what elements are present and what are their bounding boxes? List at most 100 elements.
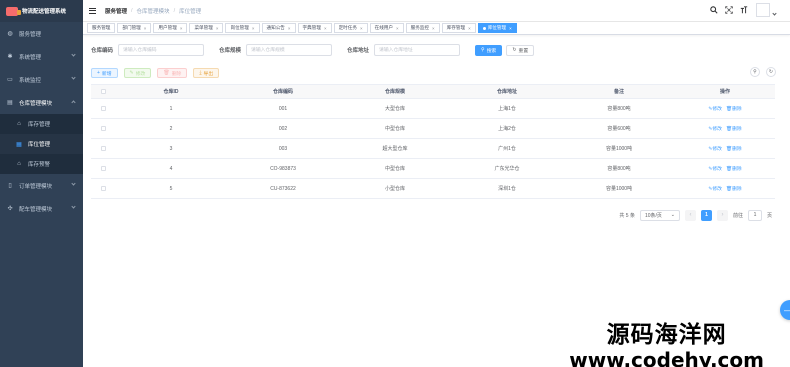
row-checkbox[interactable] — [100, 106, 106, 111]
add-button[interactable]: + 新增 — [91, 68, 118, 78]
row-edit-link[interactable]: ✎修改 — [708, 165, 722, 172]
cell-remark: 容量1000吨 — [605, 146, 633, 152]
page-number-current[interactable]: 1 — [700, 209, 712, 221]
close-icon[interactable]: × — [360, 26, 363, 31]
row-edit-link[interactable]: ✎修改 — [708, 185, 722, 192]
close-icon[interactable]: × — [396, 26, 399, 31]
sidebar-item-monitor[interactable]: ▭ 系统监控 — [0, 68, 83, 91]
tag-dept[interactable]: 部门管理 × — [117, 23, 152, 33]
cell-code: CO-983873 — [270, 165, 296, 172]
tag-menu[interactable]: 菜单管理 × — [189, 23, 224, 33]
row-edit-link[interactable]: ✎修改 — [708, 145, 722, 152]
cell-address: 深圳1仓 — [498, 186, 516, 192]
addr-input[interactable] — [374, 44, 461, 56]
row-checkbox[interactable] — [100, 126, 106, 131]
close-icon[interactable]: × — [509, 26, 512, 31]
tag-dict[interactable]: 字典管理 × — [297, 23, 332, 33]
code-input[interactable] — [118, 44, 205, 56]
row-checkbox[interactable] — [100, 166, 106, 171]
close-icon[interactable]: × — [432, 26, 435, 31]
goto-page-input[interactable]: 1 — [747, 209, 762, 221]
row-delete-link[interactable]: 🗑删除 — [726, 125, 742, 132]
row-delete-link[interactable]: 🗑删除 — [726, 145, 742, 152]
scale-label: 仓库规模 — [219, 48, 242, 54]
action-toolbar: + 新增 ✎ 修改 🗑 删除 ⤓ 导出 ⚲ ↻ — [91, 67, 782, 79]
navbar: 服务管理 / 仓库管理模块 / 库位管理 — [83, 0, 790, 22]
cell-id: 2 — [169, 125, 173, 132]
tag-inventory[interactable]: 库存管理 × — [441, 23, 476, 33]
tag-location[interactable]: 库位管理 × — [477, 23, 517, 33]
avatar[interactable] — [756, 3, 770, 17]
next-page-button[interactable]: › — [716, 209, 728, 221]
sidebar-item-order[interactable]: ▯ 订单管理模块 — [0, 174, 83, 197]
truck-logo-icon — [6, 6, 21, 16]
tag-post[interactable]: 岗位管理 × — [225, 23, 260, 33]
close-icon[interactable]: × — [252, 26, 255, 31]
reset-button[interactable]: ↻ 重置 — [506, 44, 535, 56]
tag-notice[interactable]: 通知公告 × — [261, 23, 296, 33]
tag-job[interactable]: 定时任务 × — [333, 23, 368, 33]
tag-online[interactable]: 在线用户 × — [369, 23, 404, 33]
tag-service[interactable]: 服务管理 — [87, 23, 116, 33]
cell-code: 002 — [278, 125, 288, 132]
sidebar-item-service[interactable]: ◍ 服务管理 — [0, 22, 83, 45]
row-edit-link[interactable]: ✎修改 — [708, 105, 722, 112]
cell-address: 上海1仓 — [498, 106, 516, 112]
close-icon[interactable]: × — [288, 26, 291, 31]
row-checkbox[interactable] — [100, 146, 106, 151]
table-row: 1 001 大型仓库 上海1仓 容量800吨 ✎修改 🗑删除 — [91, 99, 775, 119]
row-delete-link[interactable]: 🗑删除 — [726, 105, 742, 112]
row-checkbox[interactable] — [100, 186, 106, 191]
cell-address: 上海2仓 — [498, 126, 516, 132]
font-size-icon[interactable] — [740, 6, 748, 14]
scale-input[interactable] — [246, 44, 333, 56]
close-icon[interactable]: × — [216, 26, 219, 31]
tag-server[interactable]: 服务监控 × — [405, 23, 440, 33]
cell-actions: ✎修改 🗑删除 — [675, 125, 775, 132]
close-icon[interactable]: × — [180, 26, 183, 31]
cell-address: 广东光华仓 — [494, 166, 520, 172]
prev-page-button[interactable]: ‹ — [684, 209, 696, 221]
sidebar-item-label: 订单管理模块 — [19, 183, 53, 190]
close-icon[interactable]: × — [324, 26, 327, 31]
pagination: 共 5 条 10条/页 ⌄ ‹ 1 › 前往 1 页 — [91, 209, 782, 221]
close-icon[interactable]: × — [144, 26, 147, 31]
row-delete-link[interactable]: 🗑删除 — [726, 165, 742, 172]
search-toggle-icon[interactable]: ⚲ — [750, 67, 760, 77]
hamburger-icon[interactable] — [89, 7, 96, 14]
cell-scale: 小型仓库 — [384, 186, 405, 192]
main-area: 服务管理 / 仓库管理模块 / 库位管理 服务管理 部门管理 × 用户管理 × 菜单… — [83, 0, 790, 367]
export-button[interactable]: ⤓ 导出 — [193, 68, 220, 78]
column-header: 仓库ID — [163, 89, 179, 95]
search-button[interactable]: ⚲ 搜索 — [475, 44, 503, 56]
row-edit-link[interactable]: ✎修改 — [708, 125, 722, 132]
refresh-icon[interactable]: ↻ — [766, 67, 776, 77]
cell-actions: ✎修改 🗑删除 — [675, 165, 775, 172]
close-icon[interactable]: × — [468, 26, 471, 31]
fullscreen-icon[interactable] — [725, 6, 733, 14]
delete-button[interactable]: 🗑 删除 — [157, 68, 188, 78]
edit-button[interactable]: ✎ 修改 — [123, 68, 152, 78]
sidebar-subitem-inventory[interactable]: ⌂ 库存管理 — [0, 114, 83, 134]
column-header: 仓库编码 — [272, 89, 293, 95]
chevron-down-icon — [71, 181, 76, 186]
settings-float-button[interactable]: — — [780, 300, 790, 320]
sidebar-subitem-alert[interactable]: ⌂ 库存预警 — [0, 154, 83, 174]
column-header: 仓库规模 — [384, 89, 405, 95]
sidebar-item-system[interactable]: ✱ 系统管理 — [0, 45, 83, 68]
page-size-select[interactable]: 10条/页 ⌄ — [639, 209, 680, 221]
breadcrumb-item[interactable]: 服务管理 — [105, 7, 127, 15]
sidebar-item-warehouse[interactable]: ▤ 仓库管理模块 — [0, 91, 83, 114]
search-icon[interactable] — [710, 6, 718, 14]
caret-down-icon[interactable] — [772, 10, 777, 16]
sidebar-subitem-location[interactable]: ▦ 库位管理 — [0, 134, 83, 154]
sidebar-item-vehicle[interactable]: ✣ 配车管理模块 — [0, 197, 83, 220]
row-delete-link[interactable]: 🗑删除 — [726, 185, 742, 192]
chevron-down-icon — [71, 204, 76, 209]
tag-user[interactable]: 用户管理 × — [153, 23, 188, 33]
sidebar-subitem-label: 库位管理 — [28, 142, 51, 148]
active-dot — [482, 26, 486, 30]
select-all-checkbox[interactable] — [100, 89, 106, 94]
sidebar-subitem-label: 库存管理 — [28, 122, 51, 128]
app-logo[interactable]: 物流配送管理系统 — [0, 0, 83, 22]
